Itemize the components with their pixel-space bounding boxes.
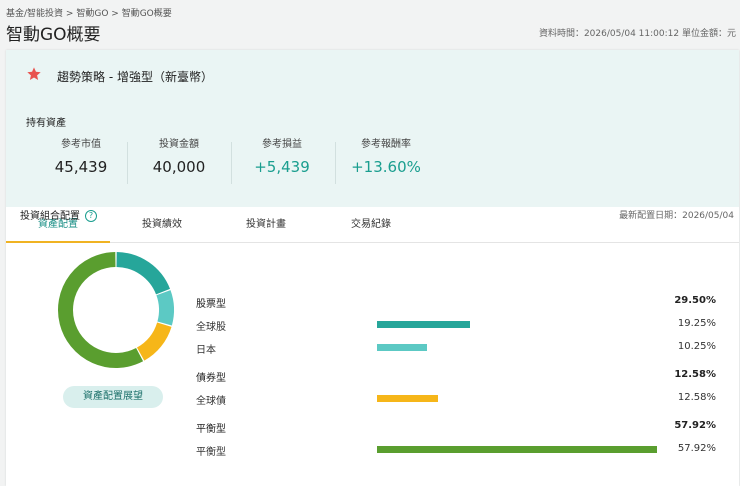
summary-panel: 趨勢策略 - 增強型（新臺幣） 持有資產 參考市值 45,439 投資金額 40… (6, 50, 739, 207)
divider (127, 142, 128, 184)
allocation-bar (377, 344, 427, 351)
allocation-group-percent: 29.50% (674, 295, 716, 306)
allocation-bar (377, 446, 657, 453)
data-time: 資料時間：2026/05/04 11:00:12 (538, 29, 680, 39)
latest-allocation-date: 最新配置日期：2026/05/04 (619, 211, 734, 221)
allocation-group-percent: 12.58% (674, 369, 716, 380)
allocation-group-row: 股票型 29.50% (196, 295, 716, 310)
metric-invested: 投資金額 40,000 (129, 135, 229, 176)
allocation-group-label: 平衡型 (196, 424, 226, 435)
breadcrumb: 基金/智能投資 > 智動GO > 智動GO概要 (6, 6, 172, 19)
allocation-item-row: 全球股 19.25% (196, 318, 716, 333)
page-meta: 資料時間：2026/05/04 11:00:12 單位金額：元 (539, 26, 736, 39)
tab-performance[interactable]: 投資績效 (110, 207, 214, 242)
assets-label: 持有資產 (26, 118, 66, 129)
donut-segment-1 (156, 290, 174, 326)
metric-value: 45,439 (54, 158, 108, 176)
metric-value: +13.60% (351, 158, 421, 176)
allocation-item-percent: 19.25% (677, 318, 716, 329)
metric-profit: 參考損益 +5,439 (232, 135, 332, 176)
page-title: 智動GO概要 (6, 25, 101, 45)
allocation-item-row: 全球債 12.58% (196, 392, 716, 407)
allocation-bar (377, 321, 471, 328)
breadcrumb-item-current: 智動GO概要 (121, 9, 172, 19)
allocation-item-label: 日本 (196, 345, 216, 356)
donut-segment-2 (136, 322, 172, 361)
allocation-group-percent: 57.92% (674, 420, 716, 431)
metric-return-rate: 參考報酬率 +13.60% (336, 135, 436, 176)
help-icon[interactable]: ? (85, 210, 97, 222)
allocation-item-percent: 12.58% (677, 392, 716, 403)
breadcrumb-item-fund[interactable]: 基金/智能投資 (6, 9, 63, 19)
metric-label: 參考損益 (262, 139, 302, 150)
allocation-item-percent: 57.92% (677, 443, 716, 454)
allocation-group-label: 股票型 (196, 299, 226, 310)
metric-value: 40,000 (152, 158, 206, 176)
section-title-text: 投資組合配置 (20, 211, 80, 222)
donut-segment-0 (116, 252, 171, 295)
metric-label: 參考報酬率 (361, 139, 411, 150)
allocation-item-percent: 10.25% (677, 341, 716, 352)
allocation-donut-chart (58, 252, 174, 368)
breadcrumb-separator: > (111, 9, 119, 19)
allocation-item-row: 日本 10.25% (196, 341, 716, 356)
allocation-group-label: 債券型 (196, 373, 226, 384)
allocation-item-label: 全球股 (196, 322, 226, 333)
breadcrumb-item-go[interactable]: 智動GO (76, 9, 108, 19)
allocation-group-row: 債券型 12.58% (196, 369, 716, 384)
strategy-name: 趨勢策略 - 增強型（新臺幣） (57, 70, 213, 84)
unit-label: 單位金額：元 (681, 29, 736, 39)
section-title: 投資組合配置? (20, 207, 97, 222)
allocation-item-row: 平衡型 57.92% (196, 443, 716, 458)
metric-label: 投資金額 (159, 139, 199, 150)
metric-value: +5,439 (254, 158, 310, 176)
star-icon[interactable] (26, 66, 42, 82)
tab-investment-plan[interactable]: 投資計畫 (214, 207, 318, 242)
allocation-item-label: 平衡型 (196, 447, 226, 458)
metric-label: 參考市值 (61, 139, 101, 150)
metric-market-value: 參考市值 45,439 (31, 135, 131, 176)
tab-transactions[interactable]: 交易紀錄 (319, 207, 423, 242)
allocation-group-row: 平衡型 57.92% (196, 420, 716, 435)
breadcrumb-separator: > (65, 9, 74, 19)
allocation-bar (377, 395, 438, 402)
allocation-item-label: 全球債 (196, 396, 226, 407)
allocation-outlook-button[interactable]: 資產配置展望 (63, 386, 163, 408)
donut-segment-3 (58, 252, 144, 368)
